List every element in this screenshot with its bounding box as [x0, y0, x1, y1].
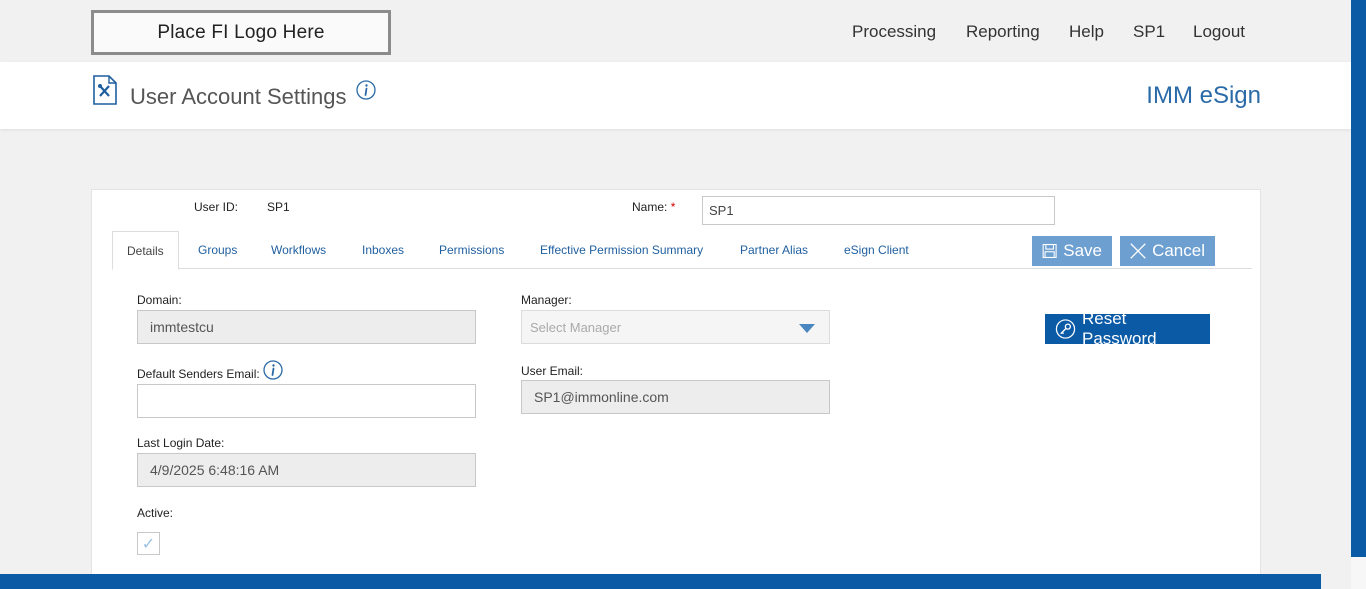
senders-email-info-icon[interactable]	[263, 360, 283, 380]
brand-name: IMM eSign	[1146, 82, 1261, 109]
vertical-scrollbar-thumb[interactable]	[1351, 0, 1366, 557]
active-checkbox[interactable]: ✓	[137, 532, 160, 555]
cancel-button[interactable]: Cancel	[1120, 236, 1215, 266]
user-email-field: SP1@immonline.com	[521, 380, 830, 414]
name-label-text: Name:	[632, 200, 668, 214]
last-login-label: Last Login Date:	[137, 436, 225, 450]
nav-logout[interactable]: Logout	[1193, 22, 1245, 42]
title-bar: User Account Settings IMM eSign	[0, 62, 1351, 129]
reset-password-label: Reset Password	[1081, 309, 1157, 348]
save-icon	[1042, 243, 1057, 259]
cancel-label: Cancel	[1152, 241, 1205, 260]
save-button[interactable]: Save	[1032, 236, 1112, 266]
nav-user[interactable]: SP1	[1133, 22, 1165, 42]
user-email-label: User Email:	[521, 364, 584, 378]
check-icon: ✓	[141, 535, 156, 553]
active-label: Active:	[137, 506, 174, 520]
logo-placeholder: Place FI Logo Here	[91, 10, 391, 55]
tab-permissions[interactable]: Permissions	[425, 231, 518, 269]
settings-document-icon	[93, 75, 117, 105]
save-label: Save	[1063, 241, 1102, 260]
page-title: User Account Settings	[130, 84, 347, 109]
tab-esign-client[interactable]: eSign Client	[830, 231, 923, 269]
required-marker: *	[670, 200, 676, 214]
nav-help[interactable]: Help	[1069, 22, 1104, 42]
nav-reporting[interactable]: Reporting	[966, 22, 1040, 42]
tab-groups[interactable]: Groups	[184, 231, 251, 269]
user-id-value: SP1	[267, 200, 290, 214]
last-login-field: 4/9/2025 6:48:16 AM	[137, 453, 476, 487]
key-icon	[1055, 319, 1076, 339]
user-settings-panel: User ID: SP1 Name: * SP1 Details Groups …	[91, 189, 1261, 589]
tab-inboxes[interactable]: Inboxes	[348, 231, 418, 269]
tab-workflows[interactable]: Workflows	[257, 231, 340, 269]
tab-details[interactable]: Details	[112, 231, 179, 270]
default-senders-email-input[interactable]	[137, 384, 476, 418]
tab-effective-permission-summary[interactable]: Effective Permission Summary	[526, 231, 717, 269]
user-id-label: User ID:	[194, 200, 239, 214]
info-icon[interactable]	[356, 80, 376, 100]
manager-placeholder: Select Manager	[530, 319, 622, 335]
default-senders-email-label: Default Senders Email:	[137, 367, 260, 381]
domain-label: Domain:	[137, 293, 182, 307]
close-icon	[1130, 243, 1146, 259]
top-bar: Place FI Logo Here Processing Reporting …	[0, 0, 1351, 62]
nav-processing[interactable]: Processing	[852, 22, 936, 42]
name-input[interactable]: SP1	[702, 196, 1055, 225]
domain-field: immtestcu	[137, 310, 476, 344]
name-label: Name: *	[632, 200, 675, 214]
manager-label: Manager:	[521, 293, 572, 307]
bottom-bar	[0, 574, 1321, 589]
chevron-down-icon	[799, 324, 815, 333]
reset-password-button[interactable]: Reset Password	[1045, 309, 1210, 348]
manager-select[interactable]: Select Manager	[521, 310, 830, 344]
tab-partner-alias[interactable]: Partner Alias	[726, 231, 822, 269]
